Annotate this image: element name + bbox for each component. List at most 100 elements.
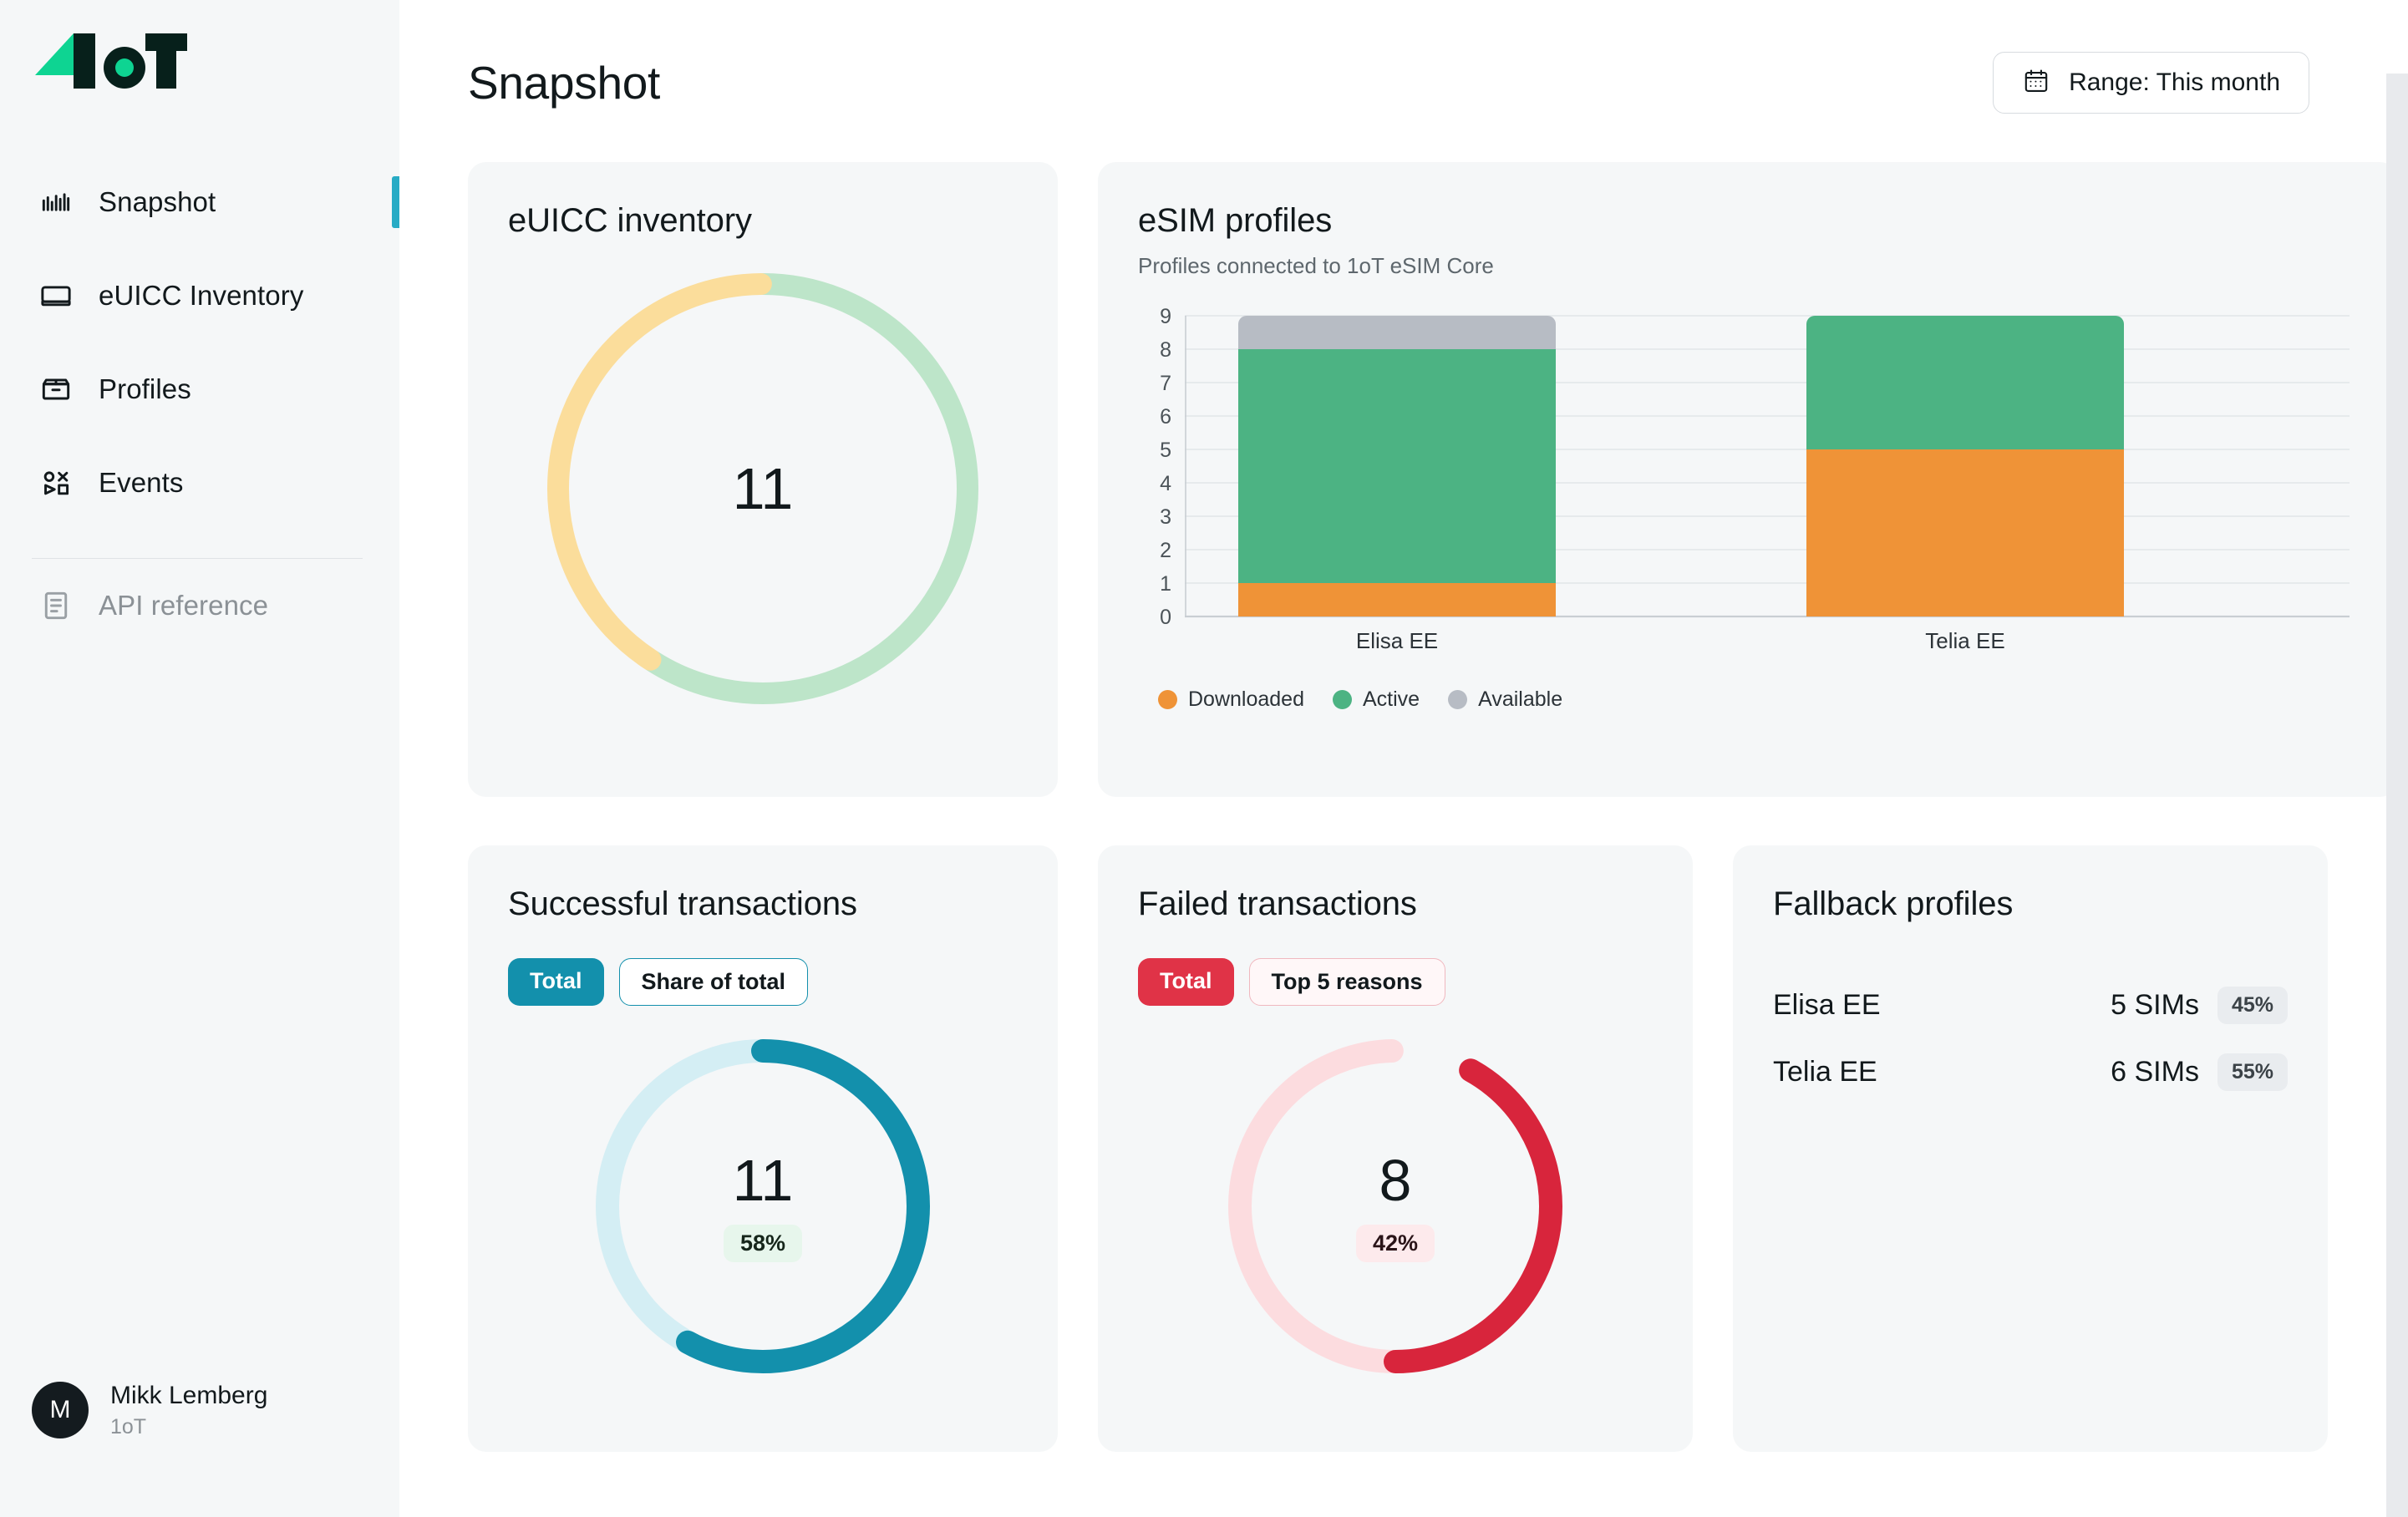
card-euicc-inventory: eUICC inventory 11 (468, 162, 1058, 797)
user-name: Mikk Lemberg (110, 1382, 268, 1409)
euicc-donut-wrap: 11 (508, 271, 1018, 706)
document-list-icon (37, 586, 75, 625)
fallback-profiles-list: Elisa EE 5 SIMs 45% Telia EE 6 SIMs 55% (1773, 972, 2288, 1105)
legend-item-downloaded[interactable]: Downloaded (1158, 687, 1304, 712)
legend-item-available[interactable]: Available (1448, 687, 1562, 712)
sidebar-item-label: Snapshot (99, 186, 216, 217)
esim-profiles-bars[interactable]: 9 8 7 6 5 4 3 2 1 0 Elisa EE Telia EE Download… (1138, 305, 2358, 712)
success-donut-center: 11 58% (596, 1039, 930, 1373)
page-title: Snapshot (468, 57, 661, 109)
euicc-donut-center: 11 (546, 271, 980, 706)
sidebar-nav: Snapshot eUICC Inventory Profiles Events… (0, 155, 399, 652)
svg-text:8: 8 (1160, 338, 1171, 362)
1oT-logo-icon (35, 33, 187, 89)
success-donut-value: 11 (732, 1147, 794, 1213)
card-title: eSIM profiles (1138, 202, 1333, 239)
legend-label: Downloaded (1188, 687, 1304, 711)
sidebar-item-label: eUICC Inventory (99, 280, 304, 311)
card-successful-transactions: Successful transactions Total Share of t… (468, 845, 1058, 1452)
page-header: Snapshot Range: This month (468, 0, 2328, 114)
legend-label: Active (1363, 687, 1420, 711)
x-axis-ticks: Elisa EE Telia EE (1356, 628, 2005, 653)
sidebar-item-label: API reference (99, 590, 269, 621)
user-info: Mikk Lemberg 1oT (110, 1380, 267, 1440)
sidebar-item-euicc-inventory[interactable]: eUICC Inventory (0, 249, 399, 342)
bar-chart-icon (37, 183, 75, 221)
svg-text:2: 2 (1160, 539, 1171, 562)
sidebar-item-events[interactable]: Events (0, 436, 399, 530)
page-scrollbar[interactable] (2386, 74, 2408, 1517)
fallback-share-badge: 45% (2217, 986, 2288, 1024)
brand-logo[interactable] (0, 0, 399, 125)
success-donut-wrap: 11 58% (508, 1039, 1018, 1373)
sidebar-item-label: Profiles (99, 373, 191, 404)
avatar: M (32, 1382, 89, 1438)
successful-transactions-donut[interactable]: 11 58% (596, 1039, 930, 1373)
svg-text:3: 3 (1160, 505, 1171, 529)
failed-donut-pct: 42% (1355, 1224, 1435, 1262)
range-selector-button[interactable]: Range: This month (1993, 52, 2309, 114)
legend-dot-icon (1448, 690, 1468, 709)
sidebar-item-api-reference[interactable]: API reference (0, 559, 399, 652)
failed-donut-center: 8 42% (1228, 1039, 1562, 1373)
y-axis-ticks: 9 8 7 6 5 4 3 2 1 0 (1160, 305, 1171, 629)
svg-text:9: 9 (1160, 307, 1171, 328)
card-title: Fallback profiles (1773, 885, 2014, 922)
tab-top-5-reasons[interactable]: Top 5 reasons (1248, 958, 1445, 1006)
euicc-donut-value: 11 (732, 456, 794, 521)
user-org: 1oT (110, 1414, 147, 1438)
list-item[interactable]: Telia EE 6 SIMs 55% (1773, 1038, 2288, 1105)
bar-group-elisa (1238, 316, 1556, 616)
card-fallback-profiles: Fallback profiles Elisa EE 5 SIMs 45% Te… (1733, 845, 2328, 1452)
fallback-share-badge: 55% (2217, 1053, 2288, 1091)
svg-text:Elisa EE: Elisa EE (1356, 628, 1438, 653)
sidebar: Snapshot eUICC Inventory Profiles Events… (0, 0, 399, 1517)
legend-dot-icon (1158, 690, 1177, 709)
svg-text:Telia EE: Telia EE (1925, 628, 2004, 653)
card-subtitle: Profiles connected to 1oT eSIM Core (1138, 253, 1494, 278)
fallback-sim-count: 5 SIMs (2111, 988, 2199, 1021)
app-root: Snapshot eUICC Inventory Profiles Events… (0, 0, 2408, 1517)
card-failed-transactions: Failed transactions Total Top 5 reasons (1098, 845, 1693, 1452)
tab-total[interactable]: Total (1138, 958, 1234, 1006)
fallback-operator-name: Elisa EE (1773, 988, 1881, 1021)
box-icon (37, 370, 75, 408)
list-item[interactable]: Elisa EE 5 SIMs 45% (1773, 972, 2288, 1038)
success-tabs: Total Share of total (508, 958, 1018, 1006)
legend-dot-icon (1333, 690, 1352, 709)
dashboard-row-bottom: Successful transactions Total Share of t… (468, 845, 2328, 1452)
chart-legend: Downloaded Active Available (1138, 687, 2358, 712)
sidebar-user-profile[interactable]: M Mikk Lemberg 1oT (0, 1380, 399, 1517)
svg-text:0: 0 (1160, 606, 1171, 629)
sidebar-item-label: Events (99, 467, 184, 498)
failed-donut-value: 8 (1379, 1147, 1412, 1213)
card-title: eUICC inventory (508, 202, 752, 239)
legend-label: Available (1478, 687, 1563, 711)
failed-donut-wrap: 8 42% (1138, 1039, 1653, 1373)
bar-group-telia (1806, 316, 2124, 616)
tab-share-of-total[interactable]: Share of total (618, 958, 809, 1006)
failed-tabs: Total Top 5 reasons (1138, 958, 1653, 1006)
card-title: Successful transactions (508, 885, 857, 922)
svg-text:4: 4 (1160, 472, 1171, 495)
sidebar-item-snapshot[interactable]: Snapshot (0, 155, 399, 249)
sidebar-active-indicator (392, 176, 399, 228)
sim-card-icon (37, 277, 75, 315)
range-selector-label: Range: This month (2069, 68, 2280, 96)
svg-text:6: 6 (1160, 405, 1171, 429)
svg-text:5: 5 (1160, 439, 1171, 462)
sidebar-item-profiles[interactable]: Profiles (0, 342, 399, 436)
legend-item-active[interactable]: Active (1333, 687, 1420, 712)
euicc-inventory-donut[interactable]: 11 (546, 271, 980, 706)
card-title: Failed transactions (1138, 885, 1417, 922)
card-esim-profiles: eSIM profiles Profiles connected to 1oT … (1098, 162, 2398, 797)
svg-text:7: 7 (1160, 372, 1171, 395)
dashboard-row-top: eUICC inventory 11 eSIM profiles Profile… (468, 162, 2398, 797)
fallback-sim-count: 6 SIMs (2111, 1055, 2199, 1088)
svg-text:1: 1 (1160, 572, 1171, 596)
fallback-operator-name: Telia EE (1773, 1055, 1877, 1088)
tab-total[interactable]: Total (508, 958, 604, 1006)
calendar-icon (2022, 67, 2050, 99)
failed-transactions-donut[interactable]: 8 42% (1228, 1039, 1562, 1373)
success-donut-pct: 58% (723, 1224, 803, 1262)
